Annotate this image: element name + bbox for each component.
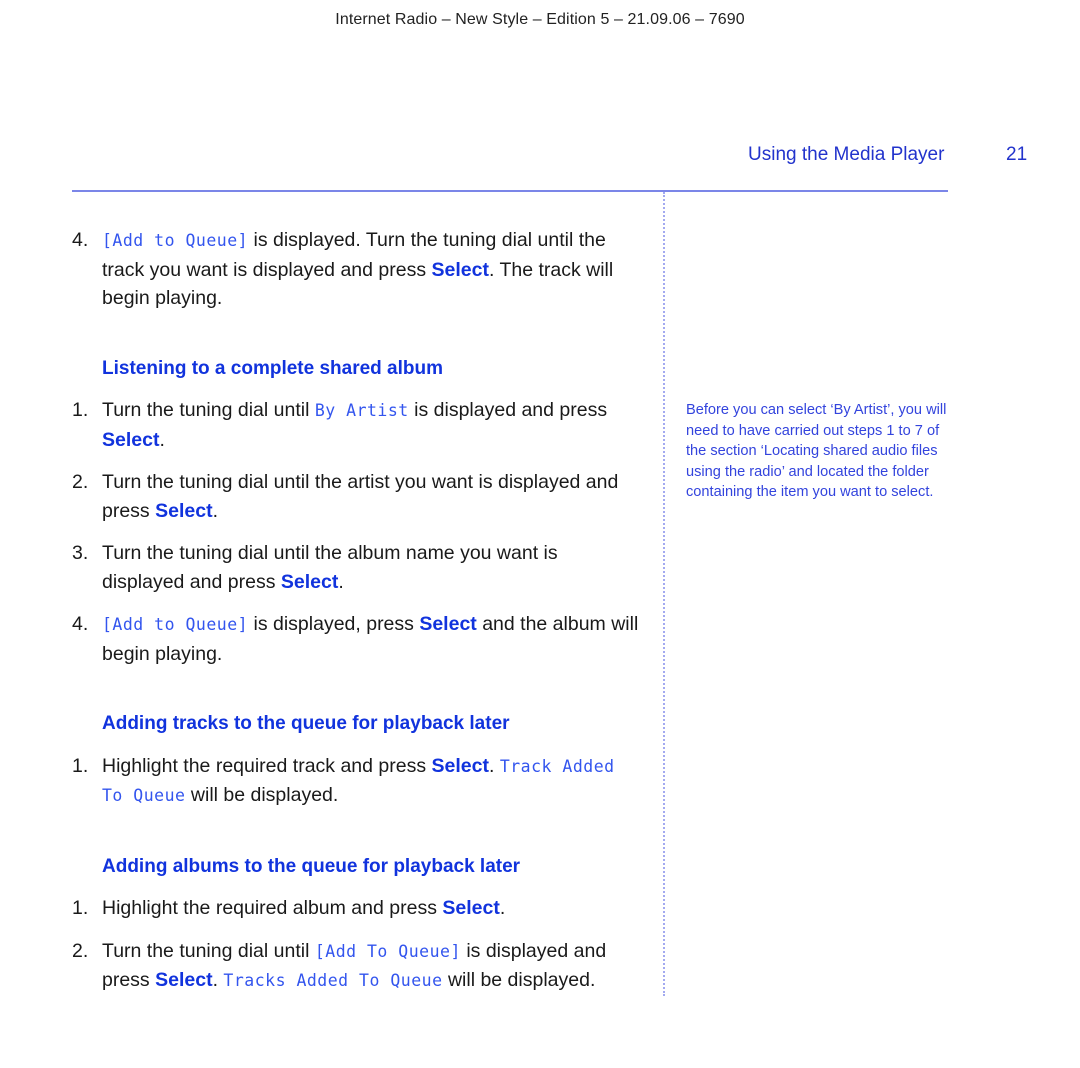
lcd-text: [Add To Queue] — [314, 941, 461, 961]
step-text: . — [499, 897, 506, 919]
step-text: . — [212, 969, 224, 991]
step-text: is displayed and press — [408, 399, 608, 421]
sidenote: Before you can select ‘By Artist’, you w… — [686, 402, 947, 500]
step-text: . — [488, 754, 500, 777]
step-item: 1. Highlight the required track and pres… — [72, 752, 642, 811]
step-number: 1. — [72, 399, 89, 421]
step-text: Highlight the required album and press — [102, 897, 443, 919]
step-text: will be displayed. — [185, 784, 339, 806]
section-heading: Listening to a complete shared album — [102, 357, 444, 379]
step-item: 2. Turn the tuning dial until [Add To Qu… — [72, 937, 642, 996]
step-item: 1. Turn the tuning dial until By Artist … — [72, 396, 642, 454]
section-title: Using the Media Player — [748, 144, 945, 165]
step-number: 1. — [72, 897, 89, 919]
step-text: . — [212, 499, 218, 522]
select-key-label: Select — [155, 969, 213, 991]
running-head: Internet Radio – New Style – Edition 5 –… — [335, 11, 745, 28]
step-number: 3. — [72, 542, 89, 564]
step-item: 4. [Add to Queue] is displayed. Turn the… — [72, 226, 642, 313]
step-item: 4. [Add to Queue] is displayed, press Se… — [72, 610, 642, 668]
select-key-label: Select — [442, 897, 500, 919]
section-heading: Adding albums to the queue for playback … — [102, 855, 521, 877]
step-text: Turn the tuning dial until — [102, 939, 315, 962]
column-divider — [663, 192, 665, 996]
lcd-text: Tracks Added To Queue — [223, 971, 443, 990]
select-key-label: Select — [102, 428, 160, 451]
select-key-label: Select — [431, 754, 489, 777]
step-number: 1. — [72, 754, 89, 777]
step-text: . — [159, 428, 165, 451]
lcd-text: By Artist — [314, 401, 409, 420]
step-text: . — [338, 570, 344, 593]
header-rule — [72, 190, 948, 192]
lcd-text: [Add to Queue] — [102, 615, 249, 634]
step-item: 2. Turn the tuning dial until the artist… — [72, 468, 642, 525]
select-key-label: Select — [431, 258, 489, 281]
step-item: 3. Turn the tuning dial until the album … — [72, 539, 642, 596]
select-key-label: Select — [155, 499, 213, 522]
step-text: Turn the tuning dial until — [102, 399, 315, 421]
select-key-label: Select — [280, 570, 339, 593]
step-number: 2. — [72, 471, 89, 493]
step-text: is displayed, press — [248, 613, 420, 635]
lcd-text: [Add to Queue] — [102, 231, 249, 250]
step-item: 1. Highlight the required album and pres… — [72, 894, 642, 923]
select-key-label: Select — [419, 613, 477, 635]
step-number: 4. — [72, 229, 89, 251]
section-heading: Adding tracks to the queue for playback … — [102, 713, 510, 734]
step-number: 4. — [72, 613, 89, 635]
step-text: Highlight the required track and press — [102, 754, 432, 777]
page-number: 21 — [1006, 144, 1028, 165]
step-number: 2. — [72, 939, 89, 962]
step-text: will be displayed. — [442, 969, 596, 991]
main-column: 4. [Add to Queue] is displayed. Turn the… — [72, 226, 642, 996]
